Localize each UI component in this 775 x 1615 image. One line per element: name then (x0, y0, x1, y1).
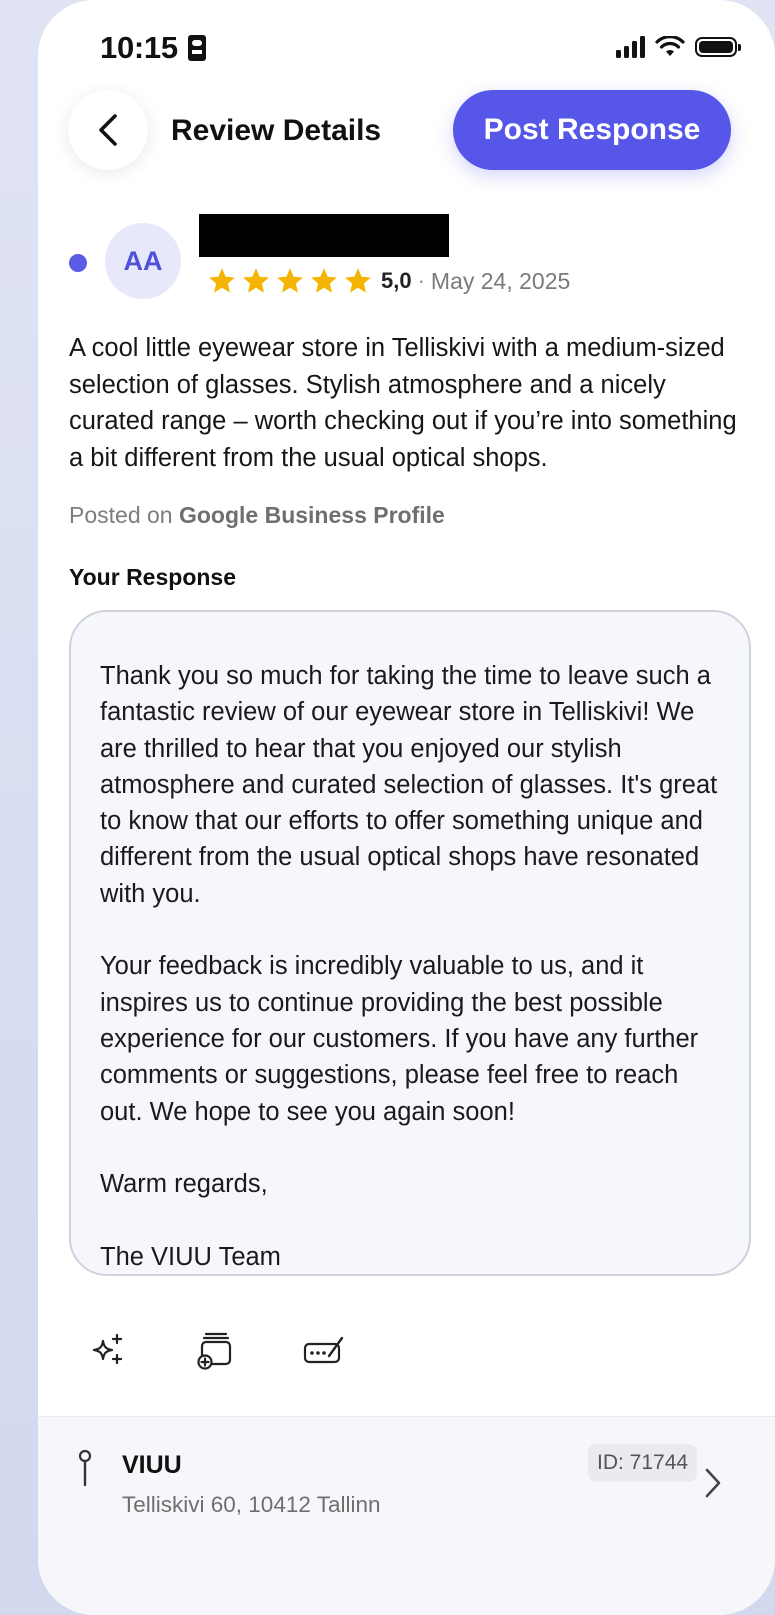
rating-separator: · (417, 268, 425, 293)
phone-screen: 10:15 Review Details Post Response AA 5,… (38, 0, 775, 1615)
your-response-label: Your Response (69, 564, 236, 590)
status-bar: 10:15 (38, 0, 775, 90)
page-title: Review Details (171, 114, 382, 147)
star-icon (243, 268, 269, 293)
location-address: Telliskivi 60, 10412 Tallinn (122, 1492, 381, 1517)
response-paragraph: Warm regards, (100, 1170, 268, 1199)
battery-icon (695, 37, 741, 57)
response-text[interactable]: Thank you so much for taking the time to… (100, 658, 720, 1274)
rating-row: 5,0 · May 24, 2025 (207, 266, 570, 296)
id-card-icon (187, 35, 206, 61)
unread-indicator (69, 254, 87, 272)
star-icon (277, 268, 303, 293)
post-response-button[interactable]: Post Response (453, 90, 731, 170)
time-text: 10:15 (100, 30, 178, 65)
location-name: VIUU (122, 1451, 182, 1479)
posted-on: Posted on Google Business Profile (69, 502, 445, 529)
wifi-icon (655, 36, 685, 56)
ai-generate-button[interactable] (86, 1328, 130, 1372)
status-icons (616, 36, 741, 58)
star-rating (207, 266, 373, 296)
chevron-right-icon (705, 1468, 721, 1498)
add-template-button[interactable] (194, 1328, 238, 1372)
review-text: A cool little eyewear store in Telliskiv… (69, 334, 737, 472)
signature-icon (303, 1336, 344, 1364)
chevron-left-icon (99, 114, 117, 146)
reviewer-avatar: AA (105, 223, 181, 299)
cellular-signal-icon (616, 36, 645, 58)
star-icon (209, 268, 235, 293)
status-time: 10:15 (100, 30, 206, 66)
review-date: May 24, 2025 (430, 267, 571, 294)
back-button[interactable] (68, 90, 148, 170)
pin-icon (78, 1449, 92, 1487)
star-icon (311, 268, 337, 293)
review-platform: Google Business Profile (178, 502, 445, 528)
response-scrolled-line: ‾‾‾‾‾‾‾‾‾‾ (117, 610, 201, 628)
ai-sparkle-icon (92, 1333, 123, 1365)
reviewer-name-redacted (199, 214, 449, 257)
location-id-badge: ID: 71744 (588, 1444, 698, 1482)
add-template-icon (197, 1332, 232, 1370)
signature-button[interactable] (302, 1328, 346, 1372)
response-paragraph: The VIUU Team (100, 1242, 281, 1271)
location-row[interactable]: VIUU Telliskivi 60, 10412 Tallinn ID: 71… (38, 1417, 775, 1615)
response-paragraph: Thank you so much for taking the time to… (100, 662, 718, 908)
response-tools (86, 1328, 346, 1372)
response-paragraph: Your feedback is incredibly valuable to … (100, 952, 699, 1126)
response-textarea[interactable]: ‾‾‾‾‾‾‾‾‾‾ Thank you so much for taking … (69, 610, 751, 1276)
posted-on-prefix: Posted on (69, 502, 173, 528)
star-icon (345, 268, 371, 293)
rating-value: 5,0 (381, 268, 412, 293)
